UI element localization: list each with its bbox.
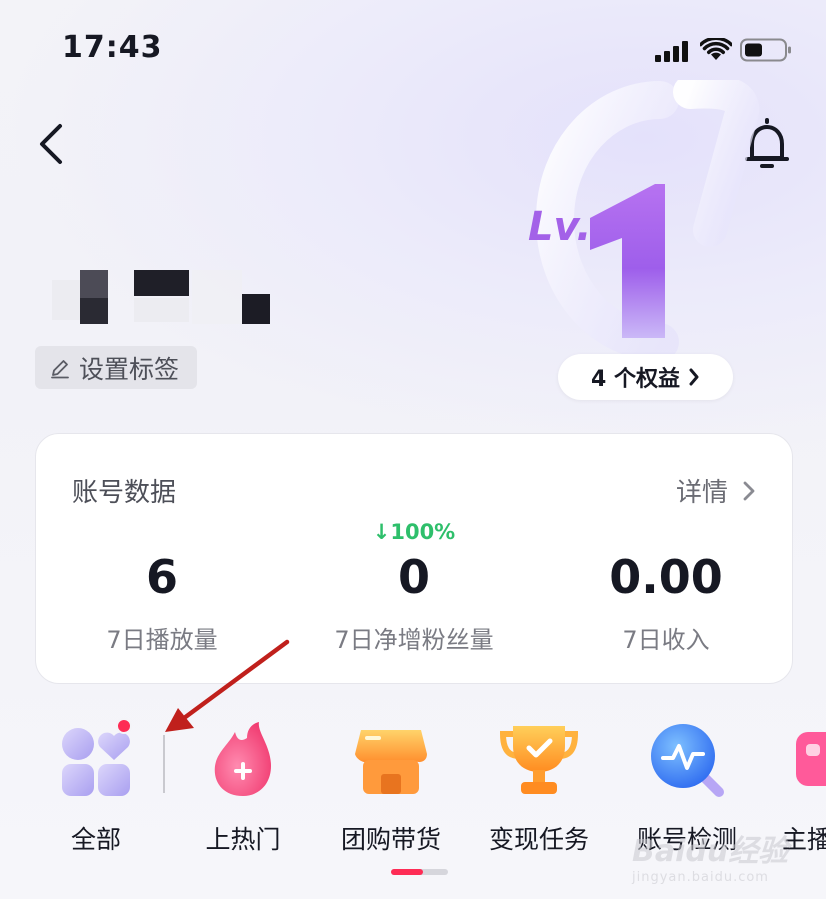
- status-time: 17:43: [62, 30, 163, 65]
- back-button[interactable]: [30, 118, 74, 170]
- shortcut-boost-hot[interactable]: 上热门: [178, 720, 308, 856]
- stat-label: 7日收入: [622, 626, 710, 654]
- stat-trend: ↓100%: [372, 520, 456, 544]
- shortcut-label: 全部: [70, 825, 121, 854]
- stat-trend: [540, 514, 792, 550]
- details-label: 详情: [675, 478, 728, 508]
- details-link[interactable]: 详情: [676, 472, 756, 509]
- username-pixelated: [52, 266, 372, 328]
- page-indicator-active: [391, 869, 423, 875]
- stat-weekly-income[interactable]: 0.00 7日收入: [540, 514, 792, 655]
- shortcut-label: 上热门: [205, 825, 281, 854]
- shortcut-label: 团购带货: [340, 825, 441, 854]
- wifi-icon: [700, 38, 732, 60]
- pencil-icon: [51, 359, 69, 378]
- shortcut-monetization-tasks[interactable]: 变现任务: [474, 720, 604, 856]
- page-indicator: [391, 869, 448, 875]
- stat-trend: [36, 514, 288, 550]
- battery-icon: [740, 38, 791, 62]
- perks-button[interactable]: 4 个权益: [558, 354, 733, 400]
- chevron-right-icon: [689, 368, 699, 386]
- hot-flame-icon: [203, 720, 283, 800]
- shortcut-label: 账号检测: [636, 825, 737, 854]
- stat-label: 7日净增粉丝量: [334, 626, 494, 654]
- level-prefix: Lv.: [528, 204, 592, 250]
- shortcut-divider: [163, 735, 165, 793]
- store-icon: [351, 720, 431, 800]
- stat-weekly-plays[interactable]: 6 7日播放量: [36, 514, 288, 655]
- stat-label: 7日播放量: [106, 626, 218, 654]
- shortcut-all[interactable]: 全部: [31, 718, 161, 856]
- chevron-right-icon: [743, 481, 755, 500]
- set-tag-button[interactable]: 设置标签: [35, 346, 197, 389]
- shortcut-group-buy[interactable]: 团购带货: [326, 720, 456, 856]
- account-scan-icon: [647, 720, 727, 800]
- back-arrow-icon: [40, 124, 62, 164]
- shortcut-label: 变现任务: [488, 825, 589, 854]
- watermark-sub: jingyan.baidu.com: [632, 870, 769, 885]
- cellular-signal-icon: [655, 40, 689, 62]
- shortcut-account-check[interactable]: 账号检测: [622, 720, 752, 856]
- account-data-card: 账号数据 详情 6 7日播放量 ↓100% 0 7日净增粉丝量 0.00 7日收…: [35, 433, 793, 684]
- all-grid-icon: [56, 718, 136, 800]
- streamer-icon: [796, 720, 826, 800]
- stat-weekly-net-followers[interactable]: ↓100% 0 7日净增粉丝量: [288, 514, 540, 655]
- level-badge-art: Lv.: [528, 80, 759, 361]
- notification-dot: [116, 718, 132, 734]
- shortcut-streamer[interactable]: 主播: [770, 720, 826, 856]
- stat-value: 0: [397, 550, 430, 604]
- stat-value: 0.00: [609, 550, 723, 604]
- perks-label: 4 个权益: [591, 367, 680, 392]
- set-tag-label: 设置标签: [79, 354, 180, 384]
- stat-value: 6: [145, 550, 178, 604]
- shortcut-label: 主播: [782, 825, 826, 854]
- account-data-title: 账号数据: [72, 478, 177, 508]
- trophy-icon: [499, 720, 579, 800]
